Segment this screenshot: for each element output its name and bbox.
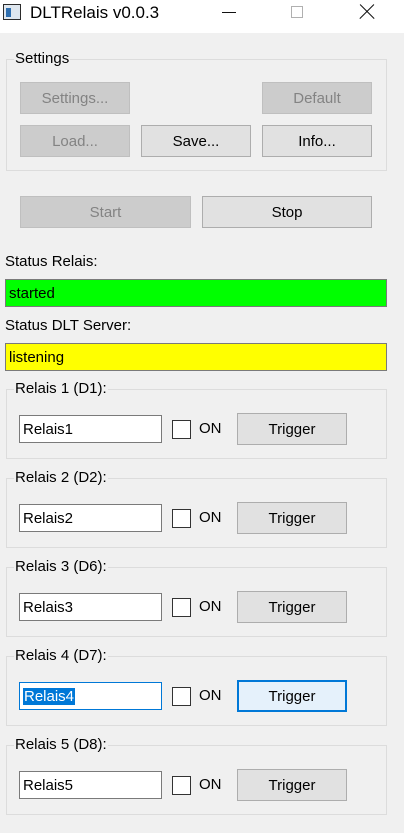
- selected-text: Relais4: [23, 687, 76, 705]
- on-label: ON: [199, 687, 222, 704]
- app-icon[interactable]: [3, 4, 21, 20]
- load-button[interactable]: Load...: [20, 125, 130, 157]
- relais-name-input[interactable]: Relais1: [19, 415, 162, 443]
- relais-group-label: Relais 5 (D8):: [14, 736, 108, 754]
- on-checkbox[interactable]: [172, 509, 191, 528]
- relais-name-input[interactable]: Relais2: [19, 504, 162, 532]
- start-button[interactable]: Start: [20, 196, 191, 228]
- maximize-button[interactable]: [274, 0, 320, 24]
- save-button[interactable]: Save...: [141, 125, 251, 157]
- close-icon: [359, 4, 375, 20]
- relais-group-label: Relais 3 (D6):: [14, 558, 108, 576]
- trigger-button[interactable]: Trigger: [237, 413, 347, 445]
- info-button[interactable]: Info...: [262, 125, 372, 157]
- window-title: DLTRelais v0.0.3: [30, 3, 160, 22]
- status-relais-field: started: [5, 279, 387, 307]
- on-checkbox[interactable]: [172, 420, 191, 439]
- on-checkbox[interactable]: [172, 776, 191, 795]
- status-dlt-label: Status DLT Server:: [5, 317, 132, 334]
- trigger-button[interactable]: Trigger: [237, 502, 347, 534]
- on-checkbox[interactable]: [172, 598, 191, 617]
- trigger-button[interactable]: Trigger: [237, 591, 347, 623]
- trigger-button[interactable]: Trigger: [237, 769, 347, 801]
- on-label: ON: [199, 776, 222, 793]
- maximize-icon: [291, 6, 303, 18]
- stop-button[interactable]: Stop: [202, 196, 372, 228]
- default-button[interactable]: Default: [262, 82, 372, 114]
- relais-group-label: Relais 2 (D2):: [14, 469, 108, 487]
- on-label: ON: [199, 420, 222, 437]
- status-relais-label: Status Relais:: [5, 253, 98, 270]
- relais-name-input[interactable]: Relais5: [19, 771, 162, 799]
- status-dlt-field: listening: [5, 343, 387, 371]
- settings-button[interactable]: Settings...: [20, 82, 130, 114]
- on-label: ON: [199, 598, 222, 615]
- relais-group-label: Relais 1 (D1):: [14, 380, 108, 398]
- settings-group-label: Settings: [14, 50, 71, 68]
- trigger-button[interactable]: Trigger: [237, 680, 347, 712]
- on-label: ON: [199, 509, 222, 526]
- minimize-icon: [222, 11, 236, 13]
- on-checkbox[interactable]: [172, 687, 191, 706]
- relais-name-input[interactable]: Relais4: [19, 682, 162, 710]
- relais-group-label: Relais 4 (D7):: [14, 647, 108, 665]
- relais-name-input[interactable]: Relais3: [19, 593, 162, 621]
- minimize-button[interactable]: [206, 0, 252, 24]
- close-button[interactable]: [344, 0, 390, 24]
